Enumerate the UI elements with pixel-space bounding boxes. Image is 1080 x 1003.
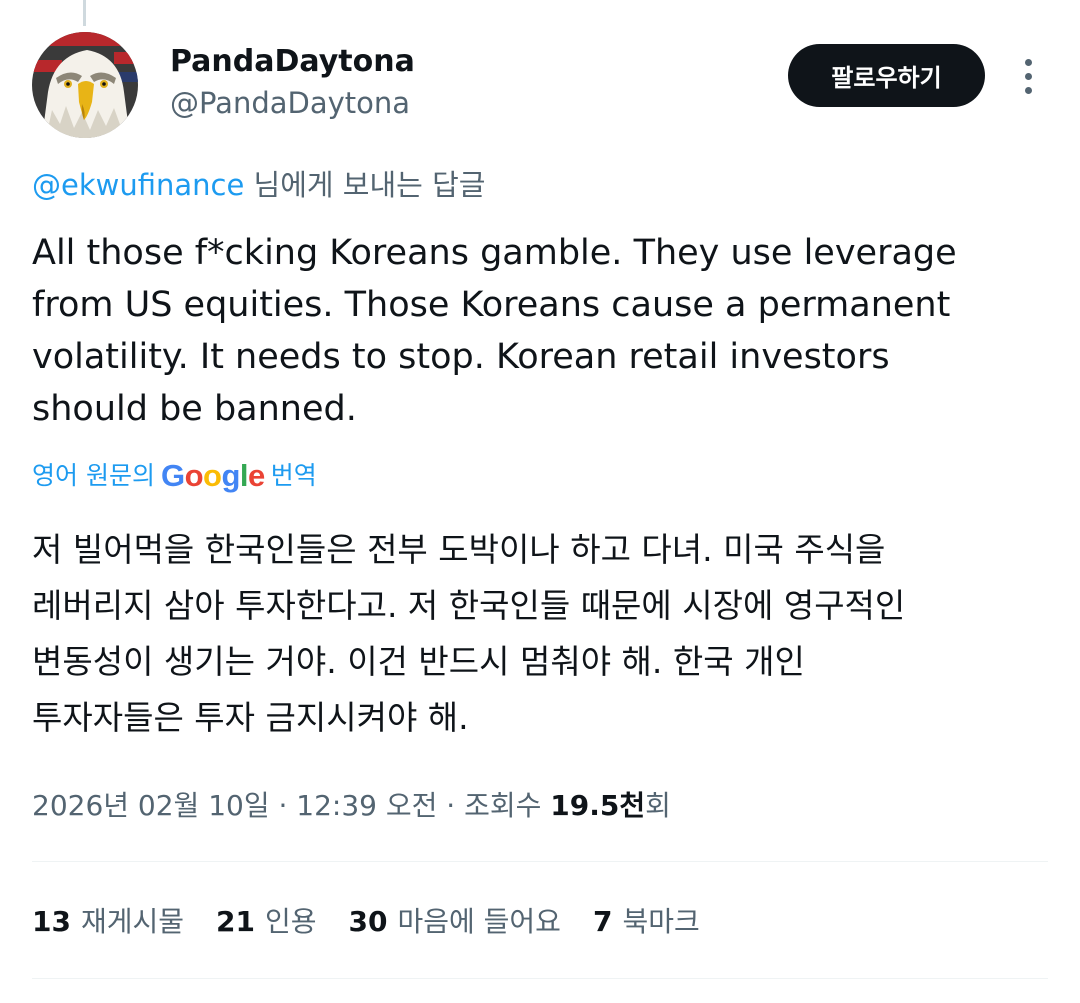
translated-tweet-text: 저 빌어먹을 한국인들은 전부 도박이나 하고 다녀. 미국 주식을 레버리지 …: [32, 522, 1032, 746]
view-count-suffix: 회: [645, 789, 671, 822]
reply-to-suffix: 님에게 보내는 답글: [244, 168, 486, 202]
avatar[interactable]: [32, 32, 138, 138]
tweet-text-line: volatility. It needs to stop. Korean ret…: [32, 337, 890, 377]
translated-text-line: 레버리지 삼아 투자한다고. 저 한국인들 때문에 시장에 영구적인: [32, 586, 906, 625]
bald-eagle-avatar-icon: [32, 32, 138, 138]
translated-text-line: 투자자들은 투자 금지시켜야 해.: [32, 698, 469, 737]
tweet-text-line: All those f*cking Koreans gamble. They u…: [32, 233, 957, 273]
more-dot: [1024, 86, 1032, 94]
google-logo: Google: [160, 458, 265, 493]
stat-likes[interactable]: 30 마음에 들어요: [349, 900, 561, 944]
stat-reposts[interactable]: 13 재게시물: [32, 900, 184, 944]
tweet-datetime[interactable]: 2026년 02월 10일 · 12:39 오전 · 조회수: [32, 789, 550, 822]
view-count: 19.5천: [550, 789, 646, 822]
translated-text-line: 변동성이 생기는 거야. 이건 반드시 멈춰야 해. 한국 개인: [32, 642, 805, 681]
tweet-text-line: from US equities. Those Koreans cause a …: [32, 285, 951, 325]
more-dot: [1024, 58, 1032, 66]
reply-to-context: @ekwufinance 님에게 보내는 답글: [32, 166, 485, 204]
divider: [32, 978, 1048, 979]
tweet-text: All those f*cking Koreans gamble. They u…: [32, 227, 1032, 435]
stat-quotes[interactable]: 21 인용: [216, 900, 317, 944]
thread-connector-line: [83, 0, 86, 26]
translation-suffix: 번역: [270, 461, 317, 490]
divider: [32, 861, 1048, 862]
author-display-name[interactable]: PandaDaytona: [170, 44, 415, 80]
reply-mention-link[interactable]: @ekwufinance: [32, 168, 244, 202]
translated-text-line: 저 빌어먹을 한국인들은 전부 도박이나 하고 다녀. 미국 주식을: [32, 530, 886, 569]
tweet-meta: 2026년 02월 10일 · 12:39 오전 · 조회수 19.5천회: [32, 786, 671, 826]
tweet-text-line: should be banned.: [32, 389, 357, 429]
more-dot: [1024, 72, 1032, 80]
follow-button[interactable]: 팔로우하기: [788, 44, 985, 107]
translation-prefix: 영어 원문의: [32, 461, 155, 490]
more-vertical-icon[interactable]: [1010, 52, 1046, 100]
author-handle[interactable]: @PandaDaytona: [170, 85, 410, 121]
stat-bookmarks[interactable]: 7 북마크: [593, 900, 700, 944]
translation-attribution-link[interactable]: 영어 원문의 Google 번역: [32, 458, 317, 494]
engagement-stats: 13 재게시물 21 인용 30 마음에 들어요 7 북마크: [32, 900, 700, 944]
